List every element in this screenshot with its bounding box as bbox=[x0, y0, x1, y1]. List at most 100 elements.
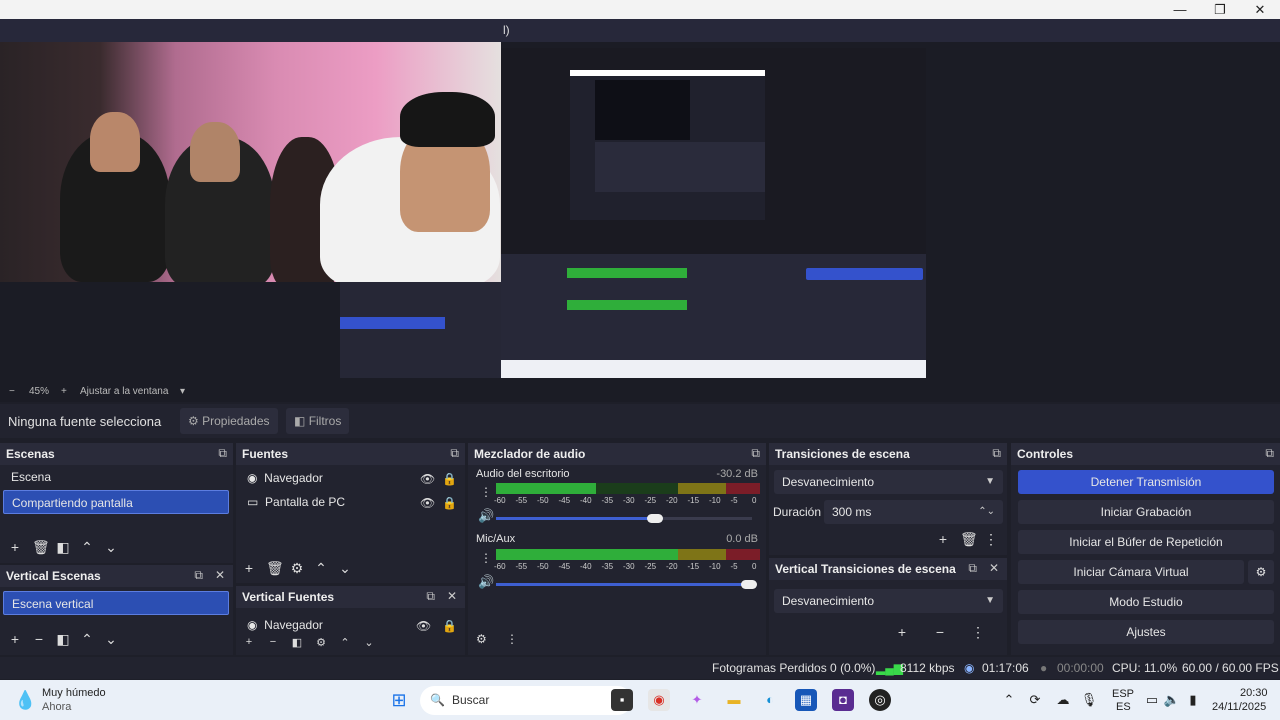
undock-icon[interactable]: ⧉ bbox=[194, 568, 203, 583]
undock-icon[interactable]: ⧉ bbox=[426, 589, 435, 604]
lock-icon[interactable]: 🔒 bbox=[442, 619, 457, 633]
start-virtual-camera-button[interactable]: Iniciar Cámara Virtual bbox=[1018, 560, 1244, 584]
taskbar-search[interactable]: 🔍 Buscar bbox=[420, 686, 632, 715]
trash-icon[interactable]: 🗑 bbox=[960, 531, 978, 548]
undock-icon[interactable]: ⧉ bbox=[218, 446, 227, 461]
transition-select[interactable]: Desvanecimiento ▼ bbox=[774, 470, 1003, 494]
preview-canvas[interactable] bbox=[0, 42, 1280, 383]
settings-button[interactable]: Ajustes bbox=[1018, 620, 1274, 644]
obs-icon[interactable]: ◎ bbox=[869, 689, 891, 711]
chevron-down-icon[interactable]: ⌄ bbox=[104, 539, 118, 556]
filter-icon[interactable]: ◧ bbox=[56, 539, 70, 556]
volume-slider[interactable] bbox=[496, 514, 752, 523]
chevron-down-icon[interactable]: ⌄ bbox=[104, 631, 118, 648]
add-icon[interactable]: + bbox=[242, 560, 256, 577]
speaker-icon[interactable]: 🔊 bbox=[478, 574, 494, 590]
speaker-icon[interactable]: 🔊 bbox=[478, 508, 494, 524]
trash-icon[interactable]: 🗑 bbox=[266, 560, 284, 577]
microphone-icon[interactable]: 🎙 bbox=[1078, 689, 1100, 711]
menu-dots-icon[interactable]: ⋮ bbox=[971, 624, 985, 641]
minimize-button[interactable]: — bbox=[1160, 0, 1200, 19]
minus-icon[interactable]: − bbox=[933, 624, 947, 641]
clock-time[interactable]: 20:30 bbox=[1240, 687, 1268, 699]
virtual-camera-settings-button[interactable]: ⚙ bbox=[1248, 560, 1274, 584]
menu-dots-icon[interactable]: ⋮ bbox=[506, 632, 518, 646]
start-replay-buffer-button[interactable]: Iniciar el Búfer de Repetición bbox=[1018, 530, 1274, 554]
menu-dots-icon[interactable]: ⋮ bbox=[480, 485, 492, 499]
undock-icon[interactable]: ⧉ bbox=[751, 446, 760, 461]
minus-icon[interactable]: − bbox=[266, 636, 280, 649]
vertical-transition-select[interactable]: Desvanecimiento ▼ bbox=[774, 589, 1003, 613]
eye-icon[interactable]: 👁 bbox=[420, 496, 435, 510]
windows-start-icon[interactable]: ⊞ bbox=[388, 689, 410, 711]
menu-dots-icon[interactable]: ⋮ bbox=[480, 551, 492, 565]
stepper-icon[interactable]: ⌃⌄ bbox=[978, 500, 995, 524]
fit-to-window-label[interactable]: Ajustar a la ventana bbox=[80, 386, 168, 397]
zoom-in-button[interactable]: + bbox=[61, 386, 67, 397]
chevron-down-icon[interactable]: ⌄ bbox=[362, 636, 376, 649]
undock-icon[interactable]: ⧉ bbox=[968, 561, 977, 576]
zoom-out-button[interactable]: − bbox=[9, 386, 15, 397]
maximize-button[interactable]: ❐ bbox=[1200, 0, 1240, 19]
add-icon[interactable]: + bbox=[242, 636, 256, 649]
trash-icon[interactable]: 🗑 bbox=[32, 539, 50, 556]
zoom-dropdown-icon[interactable]: ▾ bbox=[180, 386, 185, 397]
volume-slider[interactable] bbox=[496, 580, 758, 589]
edge-icon[interactable]: ◐ bbox=[759, 689, 781, 711]
filters-button[interactable]: ◧ Filtros bbox=[286, 408, 350, 434]
close-icon[interactable]: ✕ bbox=[215, 568, 225, 582]
chevron-up-icon[interactable]: ⌃ bbox=[338, 636, 352, 649]
vertical-scene-item[interactable]: Escena vertical bbox=[3, 591, 229, 615]
add-icon[interactable]: + bbox=[8, 631, 22, 648]
weather-title[interactable]: Muy húmedo bbox=[42, 687, 106, 699]
battery-icon[interactable]: ▮ bbox=[1182, 689, 1204, 711]
copilot-icon[interactable]: ✦ bbox=[686, 689, 708, 711]
sync-icon[interactable]: ⟳ bbox=[1024, 689, 1046, 711]
start-recording-button[interactable]: Iniciar Grabación bbox=[1018, 500, 1274, 524]
meter-tick-label: -5 bbox=[730, 496, 738, 505]
scene-item[interactable]: Escena bbox=[3, 465, 229, 489]
language-top[interactable]: ESP bbox=[1112, 688, 1134, 700]
studio-mode-button[interactable]: Modo Estudio bbox=[1018, 590, 1274, 614]
gear-icon[interactable]: ⚙ bbox=[314, 636, 328, 649]
transitions-toolbar: + 🗑 ⋮ bbox=[936, 531, 998, 548]
close-window-button[interactable]: ✕ bbox=[1240, 0, 1280, 19]
minus-icon[interactable]: − bbox=[32, 631, 46, 648]
chevron-up-icon[interactable]: ⌃ bbox=[314, 560, 328, 577]
weather-icon[interactable]: 💧 bbox=[14, 689, 36, 711]
lock-icon[interactable]: 🔒 bbox=[442, 472, 457, 486]
duration-input[interactable]: 300 ms ⌃⌄ bbox=[824, 500, 1003, 524]
stop-stream-button[interactable]: Detener Transmisión bbox=[1018, 470, 1274, 494]
undock-icon[interactable]: ⧉ bbox=[450, 446, 459, 461]
undock-icon[interactable]: ⧉ bbox=[1265, 446, 1274, 461]
gear-icon[interactable]: ⚙ bbox=[290, 560, 304, 577]
network-icon[interactable]: ▭ bbox=[1141, 689, 1163, 711]
menu-dots-icon[interactable]: ⋮ bbox=[984, 531, 998, 548]
undock-icon[interactable]: ⧉ bbox=[992, 446, 1001, 461]
close-icon[interactable]: ✕ bbox=[447, 589, 457, 603]
chevron-up-icon[interactable]: ⌃ bbox=[80, 631, 94, 648]
app-icon[interactable]: ◘ bbox=[832, 689, 854, 711]
chevron-up-icon[interactable]: ⌃ bbox=[998, 689, 1020, 711]
store-icon[interactable]: ▦ bbox=[795, 689, 817, 711]
chevron-up-icon[interactable]: ⌃ bbox=[80, 539, 94, 556]
chevron-down-icon[interactable]: ⌄ bbox=[338, 560, 352, 577]
scene-item-selected[interactable]: Compartiendo pantalla bbox=[3, 490, 229, 514]
file-explorer-icon[interactable]: ▬ bbox=[723, 689, 745, 711]
chrome-icon[interactable]: ◉ bbox=[648, 689, 670, 711]
properties-button[interactable]: ⚙ Propiedades bbox=[180, 408, 278, 434]
filter-icon[interactable]: ◧ bbox=[56, 631, 70, 648]
eye-icon[interactable]: 👁 bbox=[420, 472, 435, 486]
eye-icon[interactable]: 👁 bbox=[416, 619, 431, 633]
advanced-audio-icon[interactable]: ⚙ bbox=[476, 632, 487, 646]
lock-icon[interactable]: 🔒 bbox=[442, 496, 457, 510]
filter-icon[interactable]: ◧ bbox=[290, 636, 304, 649]
meter-tick-label: -60 bbox=[494, 496, 506, 505]
volume-icon[interactable]: 🔈 bbox=[1161, 689, 1183, 711]
cloud-icon[interactable]: ☁ bbox=[1052, 689, 1074, 711]
task-view-icon[interactable]: ▪ bbox=[611, 689, 633, 711]
add-icon[interactable]: + bbox=[936, 531, 950, 548]
close-icon[interactable]: ✕ bbox=[989, 561, 999, 575]
add-icon[interactable]: + bbox=[8, 539, 22, 556]
add-icon[interactable]: + bbox=[895, 624, 909, 641]
